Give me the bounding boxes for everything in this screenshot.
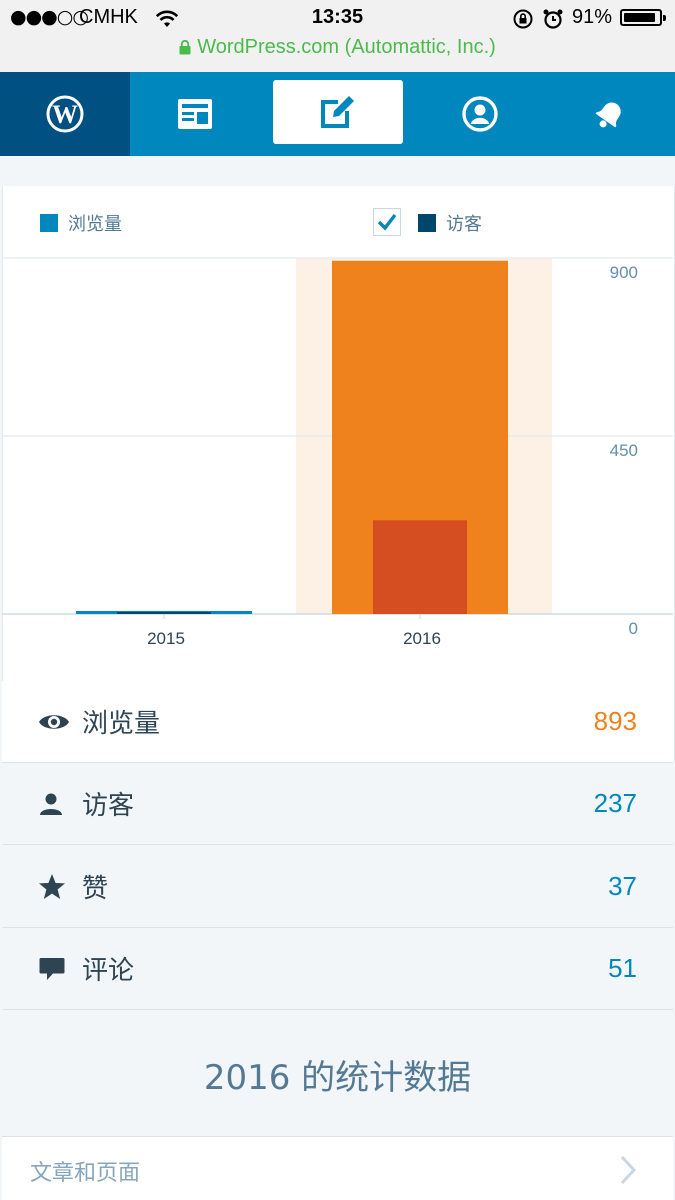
url-text: WordPress.com (Automattic, Inc.) [197,36,496,58]
comment-icon [39,957,65,980]
legend-visitors-swatch [418,214,436,232]
nav-me-profile[interactable] [415,72,545,156]
y-tick-label: 900 [610,263,638,282]
stat-likes-label: 赞 [82,874,109,904]
eye-icon [39,714,69,729]
card-top-spacer [2,156,673,187]
posts-and-pages-item[interactable]: 文章和页面 [2,1136,673,1200]
chevron-right-icon [620,1155,637,1185]
url-bar[interactable]: WordPress.com (Automattic, Inc.) [0,36,675,59]
write-post-icon [321,96,354,128]
reader-icon [178,99,212,129]
posts-and-pages-label: 文章和页面 [30,1161,141,1186]
year-stats-heading: 2016 的统计数据 [0,1012,675,1136]
checkmark-icon [377,213,397,231]
battery-level-fill [624,13,655,22]
rotation-lock-icon [513,9,533,29]
battery-percentage: 91% [572,6,613,28]
stat-row-likes[interactable]: 赞 37 [2,846,673,928]
stat-views-value: 893 [593,706,637,736]
bar-visitors-2016[interactable] [373,520,467,614]
legend-views-label: 浏览量 [68,214,122,235]
svg-text:W: W [52,100,78,129]
stat-row-comments[interactable]: 评论 51 [2,928,673,1010]
wordpress-logo-icon: W [46,95,84,133]
y-tick-label: 450 [610,441,638,460]
stat-comments-label: 评论 [82,956,135,986]
x-tick-label-2015: 2015 [147,629,185,648]
legend-views-swatch [40,214,58,232]
legend-views: 浏览量 [40,210,122,236]
nav-notifications[interactable] [545,72,675,156]
annual-stats-bar-chart: 900 450 0 2015 2016 [2,257,673,648]
legend-visitors-label: 访客 [446,214,482,235]
y-tick-label: 0 [629,619,638,638]
stat-row-views[interactable]: 浏览量 893 [2,681,673,763]
stat-views-label: 浏览量 [82,709,161,739]
stat-likes-value: 37 [608,871,637,901]
alarm-clock-icon [543,9,563,29]
visitors-toggle-checkbox[interactable] [373,208,401,236]
nav-reader[interactable] [130,72,260,156]
battery-icon [620,9,666,26]
stat-visitors-label: 访客 [82,791,135,821]
stat-visitors-value: 237 [593,788,637,818]
person-icon [40,793,62,815]
bar-visitors-2015[interactable] [117,612,211,614]
notifications-bell-icon [595,102,621,128]
stat-row-visitors[interactable]: 访客 237 [2,763,673,845]
me-profile-icon [462,96,498,132]
nav-write-post[interactable] [273,80,403,144]
nav-my-sites[interactable]: W [0,72,130,156]
legend-visitors: 访客 [418,210,482,236]
stat-comments-value: 51 [608,953,637,983]
status-bar: ●●●○○ CMHK 13:35 91% WordPress.com (Auto… [0,0,675,72]
x-tick-label-2016: 2016 [403,629,441,648]
padlock-icon [179,40,191,55]
main-nav-bar: W [0,72,675,156]
star-icon [39,873,65,899]
